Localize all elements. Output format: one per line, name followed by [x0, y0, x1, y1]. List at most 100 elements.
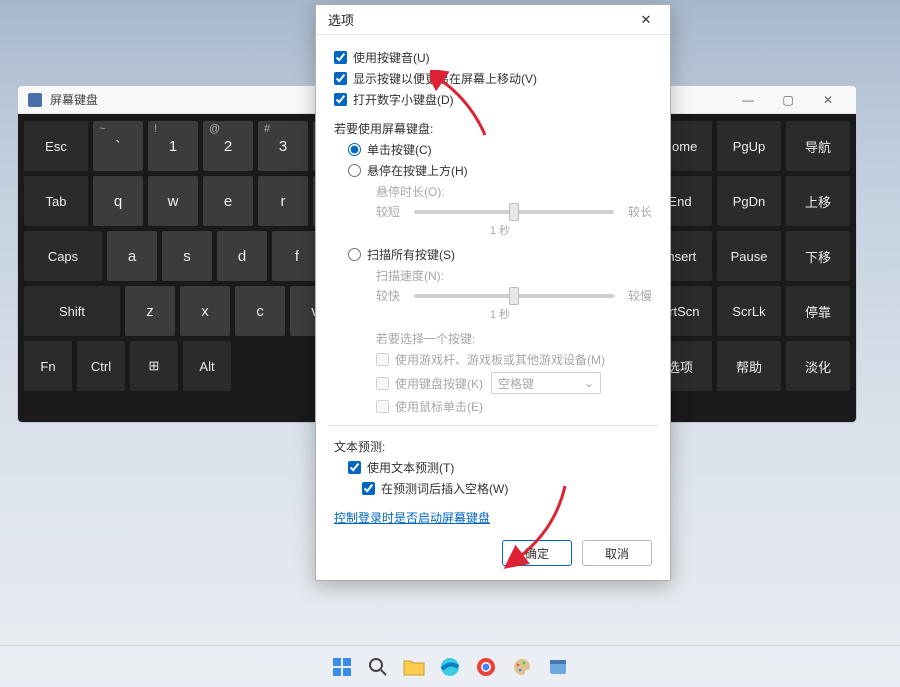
scan-value: 1 秒 — [348, 306, 652, 322]
kb-key-combo: 空格键 ⌄ — [491, 372, 601, 394]
radio-hover[interactable]: 悬停在按键上方(H) — [348, 162, 652, 179]
checkbox-show-keys[interactable]: 显示按键以便更易在屏幕上移动(V) — [334, 70, 652, 87]
checkbox-kb-key-input — [376, 377, 389, 390]
chrome-button[interactable] — [473, 654, 499, 680]
key-help[interactable]: 帮助 — [717, 341, 781, 391]
close-button[interactable]: ✕ — [808, 86, 848, 114]
radio-scan-label: 扫描所有按键(S) — [367, 246, 455, 263]
maximize-button[interactable]: ▢ — [768, 86, 808, 114]
checkbox-click-sound[interactable]: 使用按键音(U) — [334, 49, 652, 66]
scan-slider-row: 较快 较慢 — [376, 287, 652, 304]
radio-hover-input[interactable] — [348, 164, 361, 177]
radio-hover-label: 悬停在按键上方(H) — [367, 162, 468, 179]
dialog-close-button[interactable]: ✕ — [628, 5, 664, 35]
key-z[interactable]: z — [125, 286, 175, 336]
checkbox-numpad-input[interactable] — [334, 93, 347, 106]
dialog-title: 选项 — [328, 10, 354, 29]
key-tab[interactable]: Tab — [24, 176, 88, 226]
key-e[interactable]: e — [203, 176, 253, 226]
hover-value: 1 秒 — [348, 222, 652, 238]
checkbox-mouse-input — [376, 400, 389, 413]
checkbox-joystick-label: 使用游戏杆、游戏板或其他游戏设备(M) — [395, 351, 605, 368]
key-caps[interactable]: Caps — [24, 231, 102, 281]
edge-icon — [440, 657, 460, 677]
checkbox-mouse-label: 使用鼠标单击(E) — [395, 398, 483, 415]
key-w[interactable]: w — [148, 176, 198, 226]
scan-fast-label: 较快 — [376, 287, 404, 304]
minimize-button[interactable]: — — [728, 86, 768, 114]
checkbox-numpad-label: 打开数字小键盘(D) — [353, 91, 454, 108]
key-ctrl[interactable]: Ctrl — [77, 341, 125, 391]
scan-slider-thumb — [509, 287, 519, 305]
key-s[interactable]: s — [162, 231, 212, 281]
hover-slider-row: 较短 较长 — [376, 203, 652, 220]
app-icon — [548, 657, 568, 677]
key-pgup[interactable]: PgUp — [717, 121, 781, 171]
checkbox-numpad[interactable]: 打开数字小键盘(D) — [334, 91, 652, 108]
checkbox-insert-space-label: 在预测词后插入空格(W) — [381, 480, 508, 497]
key-3[interactable]: #3 — [258, 121, 308, 171]
key-alt[interactable]: Alt — [183, 341, 231, 391]
file-explorer-button[interactable] — [401, 654, 427, 680]
key-r[interactable]: r — [258, 176, 308, 226]
ok-button[interactable]: 确定 — [502, 540, 572, 566]
hover-slider — [414, 210, 614, 214]
checkbox-joystick-input — [376, 353, 389, 366]
key-fn[interactable]: Fn — [24, 341, 72, 391]
chevron-down-icon: ⌄ — [584, 376, 594, 390]
radio-scan-input[interactable] — [348, 248, 361, 261]
hover-duration-label: 悬停时长(O): — [376, 183, 652, 200]
key-2[interactable]: @2 — [203, 121, 253, 171]
radio-click-label: 单击按键(C) — [367, 141, 432, 158]
section-use-keyboard: 若要使用屏幕键盘: — [334, 120, 652, 137]
checkbox-insert-space-input[interactable] — [362, 482, 375, 495]
paint-button[interactable] — [509, 654, 535, 680]
key-fade[interactable]: 淡化 — [786, 341, 850, 391]
key-c[interactable]: c — [235, 286, 285, 336]
key-scrlk[interactable]: ScrLk — [717, 286, 781, 336]
key-pause[interactable]: Pause — [717, 231, 781, 281]
osk-app-icon — [28, 93, 42, 107]
checkbox-show-keys-label: 显示按键以便更易在屏幕上移动(V) — [353, 70, 537, 87]
app-button[interactable] — [545, 654, 571, 680]
key-d[interactable]: d — [217, 231, 267, 281]
checkbox-predict-input[interactable] — [348, 461, 361, 474]
key-win[interactable]: ⊞ — [130, 341, 178, 391]
checkbox-show-keys-input[interactable] — [334, 72, 347, 85]
key-q[interactable]: q — [93, 176, 143, 226]
cancel-button[interactable]: 取消 — [582, 540, 652, 566]
checkbox-predict[interactable]: 使用文本预测(T) — [348, 459, 652, 476]
taskbar — [0, 645, 900, 687]
key-a[interactable]: a — [107, 231, 157, 281]
control-login-link[interactable]: 控制登录时是否启动屏幕键盘 — [334, 509, 490, 526]
edge-button[interactable] — [437, 654, 463, 680]
palette-icon — [512, 657, 532, 677]
radio-scan[interactable]: 扫描所有按键(S) — [348, 246, 652, 263]
key-shift[interactable]: Shift — [24, 286, 120, 336]
radio-click-input[interactable] — [348, 143, 361, 156]
checkbox-click-sound-label: 使用按键音(U) — [353, 49, 430, 66]
dialog-titlebar: 选项 ✕ — [316, 5, 670, 35]
checkbox-click-sound-input[interactable] — [334, 51, 347, 64]
section-predict: 文本预测: — [334, 438, 652, 455]
search-button[interactable] — [365, 654, 391, 680]
separator — [328, 425, 658, 426]
scan-slider — [414, 294, 614, 298]
key-up[interactable]: 上移 — [786, 176, 850, 226]
key-esc[interactable]: Esc — [24, 121, 88, 171]
key-dock[interactable]: 停靠 — [786, 286, 850, 336]
kb-key-combo-value: 空格键 — [498, 375, 534, 392]
checkbox-insert-space[interactable]: 在预测词后插入空格(W) — [362, 480, 652, 497]
radio-click[interactable]: 单击按键(C) — [348, 141, 652, 158]
windows-icon — [332, 657, 352, 677]
start-button[interactable] — [329, 654, 355, 680]
key-down[interactable]: 下移 — [786, 231, 850, 281]
key-pgdn[interactable]: PgDn — [717, 176, 781, 226]
options-dialog: 选项 ✕ 使用按键音(U) 显示按键以便更易在屏幕上移动(V) 打开数字小键盘(… — [315, 4, 671, 581]
key-nav[interactable]: 导航 — [786, 121, 850, 171]
hover-long-label: 较长 — [624, 203, 652, 220]
key-x[interactable]: x — [180, 286, 230, 336]
checkbox-kb-key: 使用键盘按键(K) 空格键 ⌄ — [376, 372, 652, 394]
key-1[interactable]: !1 — [148, 121, 198, 171]
key-grave[interactable]: ~` — [93, 121, 143, 171]
